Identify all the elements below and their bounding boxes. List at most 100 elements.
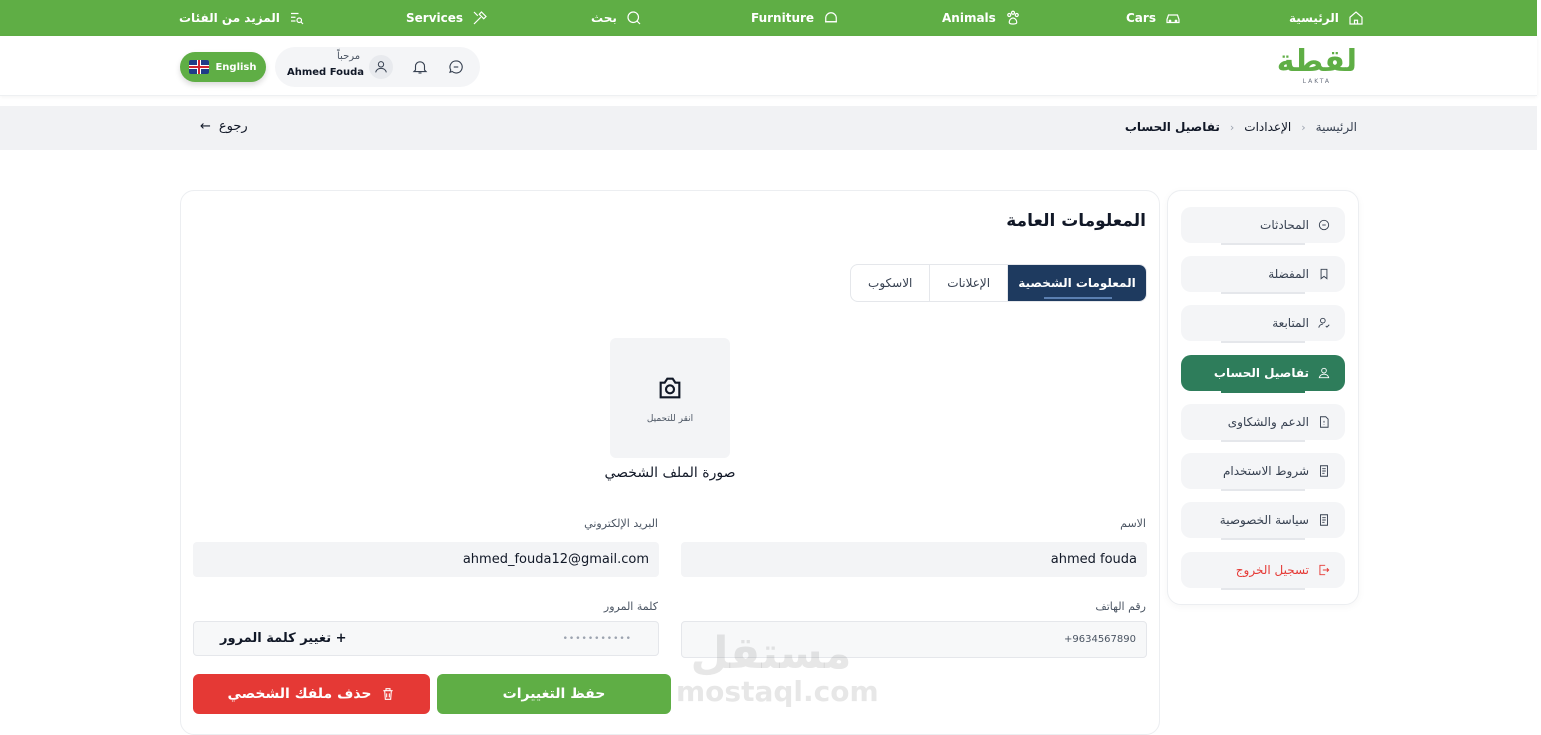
home-icon [1349, 11, 1363, 25]
nav-animals-label: Animals [942, 11, 996, 25]
section-title: المعلومات العامة [1006, 211, 1146, 231]
phone-field[interactable]: +9634567890 [681, 621, 1147, 658]
car-icon [1166, 14, 1180, 24]
nav-furniture-label: Furniture [751, 11, 815, 25]
nav-animals[interactable]: Animals [942, 0, 1022, 36]
bell-icon[interactable] [411, 58, 429, 76]
nav-search-label: بحث [591, 11, 617, 25]
nav-more-label: المزيد من الفئات [179, 11, 280, 25]
camera-icon [659, 377, 681, 399]
language-label: English [215, 61, 257, 73]
chat-icon[interactable] [447, 58, 465, 76]
logo-subtext: LAKTA [1302, 78, 1332, 85]
sidebar-item-favorites[interactable]: المفضلة [1181, 256, 1345, 294]
document-icon [1320, 465, 1328, 477]
user-panel: مرحباً Ahmed Fouda [275, 47, 480, 87]
change-password-button[interactable]: تغيير كلمة المرور + [204, 631, 347, 646]
divider [1221, 489, 1305, 491]
nav-more-categories[interactable]: المزيد من الفئات [179, 0, 306, 36]
language-switch-button[interactable]: English [180, 52, 266, 82]
sidebar-item-support[interactable]: الدعم والشكاوى [1181, 404, 1345, 442]
user-icon [375, 61, 387, 73]
document-icon [1320, 514, 1328, 526]
delete-label: حذف ملفك الشخصي [227, 686, 372, 702]
save-label: حفظ التغييرات [502, 686, 606, 702]
nav-services[interactable]: Services [406, 0, 489, 36]
nav-cars-label: Cars [1126, 11, 1156, 25]
password-mask: ••••••••••• [562, 633, 632, 644]
email-field[interactable]: ahmed_fouda12@gmail.com [193, 542, 659, 577]
list-search-icon [290, 12, 304, 25]
sidebar-item-label: سياسة الخصوصية [1219, 513, 1309, 527]
sofa-icon [825, 12, 838, 23]
upload-hint: انقر للتحميل [646, 414, 694, 424]
sidebar-item-account-details[interactable]: تفاصيل الحساب [1181, 355, 1345, 393]
user-check-icon [1318, 317, 1330, 328]
uk-flag-icon [189, 60, 210, 74]
avatar[interactable] [369, 55, 393, 79]
sidebar-item-label: المتابعة [1272, 316, 1309, 330]
tab-scope[interactable]: الاسكوب [851, 265, 929, 301]
breadcrumb-bar: الرئيسية › الإعدادات › تفاصيل الحساب ← ر… [0, 106, 1537, 150]
breadcrumb-current: تفاصيل الحساب [1124, 120, 1220, 134]
name-field[interactable]: ahmed fouda [681, 542, 1147, 577]
back-button[interactable]: ← رجوع [200, 119, 248, 134]
password-field: تغيير كلمة المرور + ••••••••••• [193, 621, 659, 656]
site-logo[interactable]: لقطة LAKTA [1276, 44, 1358, 86]
profile-photo-upload[interactable]: انقر للتحميل [610, 338, 730, 458]
tab-ads[interactable]: الإعلانات [929, 265, 1006, 301]
breadcrumb-separator: › [1229, 120, 1235, 134]
bookmark-icon [1320, 268, 1328, 280]
divider [1221, 588, 1305, 590]
nav-search[interactable]: بحث [591, 0, 643, 36]
breadcrumb-settings[interactable]: الإعدادات [1244, 120, 1291, 134]
nav-furniture[interactable]: Furniture [751, 0, 840, 36]
divider [1221, 341, 1305, 343]
tab-personal-info[interactable]: المعلومات الشخصية [1006, 265, 1146, 301]
divider [1221, 440, 1305, 442]
settings-sidebar: المحادثات المفضلة المتابعة تفاصيل الحساب… [1167, 190, 1359, 605]
divider [1221, 391, 1305, 393]
nav-cars[interactable]: Cars [1126, 0, 1182, 36]
sidebar-item-following[interactable]: المتابعة [1181, 305, 1345, 343]
profile-photo-label: صورة الملف الشخصي [604, 465, 736, 481]
site-header: لقطة LAKTA English مرحباً Ahmed Fouda [0, 36, 1537, 96]
chat-icon [1318, 219, 1330, 231]
sidebar-item-label: المحادثات [1260, 218, 1309, 232]
account-details-card: المعلومات العامة المعلومات الشخصية الإعل… [180, 190, 1160, 735]
greeting-text: مرحباً [337, 51, 361, 62]
sidebar-item-terms[interactable]: شروط الاستخدام [1181, 453, 1345, 491]
back-label: رجوع [218, 119, 248, 134]
trash-icon [382, 688, 393, 700]
sidebar-item-logout[interactable]: تسجيل الخروج [1181, 552, 1345, 590]
sidebar-item-label: المفضلة [1268, 267, 1309, 281]
support-icon [1320, 416, 1329, 428]
phone-label: رقم الهاتف [1095, 600, 1146, 613]
breadcrumb-separator: › [1301, 120, 1306, 134]
sidebar-item-chats[interactable]: المحادثات [1181, 207, 1345, 245]
sidebar-item-label: شروط الاستخدام [1222, 464, 1309, 478]
sidebar-item-label: تفاصيل الحساب [1213, 366, 1309, 380]
tools-icon [473, 11, 487, 25]
nav-home-label: الرئيسية [1289, 11, 1339, 25]
logout-icon [1319, 564, 1330, 576]
save-changes-button[interactable]: حفظ التغييرات [437, 674, 671, 714]
nav-services-label: Services [406, 11, 464, 25]
paw-icon [1006, 10, 1019, 25]
user-icon [1318, 367, 1330, 379]
sidebar-item-privacy[interactable]: سياسة الخصوصية [1181, 502, 1345, 540]
breadcrumb: الرئيسية › الإعدادات › تفاصيل الحساب [1125, 120, 1357, 134]
profile-tabs: المعلومات الشخصية الإعلانات الاسكوب [850, 264, 1147, 302]
user-name: Ahmed Fouda [287, 67, 365, 78]
nav-home[interactable]: الرئيسية [1289, 0, 1365, 36]
password-label: كلمة المرور [603, 600, 658, 613]
sidebar-item-label: الدعم والشكاوى [1227, 415, 1309, 429]
divider [1221, 538, 1305, 540]
sidebar-item-label: تسجيل الخروج [1235, 563, 1309, 577]
divider [1221, 243, 1305, 245]
delete-profile-button[interactable]: حذف ملفك الشخصي [193, 674, 430, 714]
breadcrumb-home[interactable]: الرئيسية [1316, 120, 1357, 134]
name-label: الاسم [1120, 517, 1146, 530]
logo-text: لقطة [1276, 44, 1358, 79]
divider [1221, 292, 1305, 294]
